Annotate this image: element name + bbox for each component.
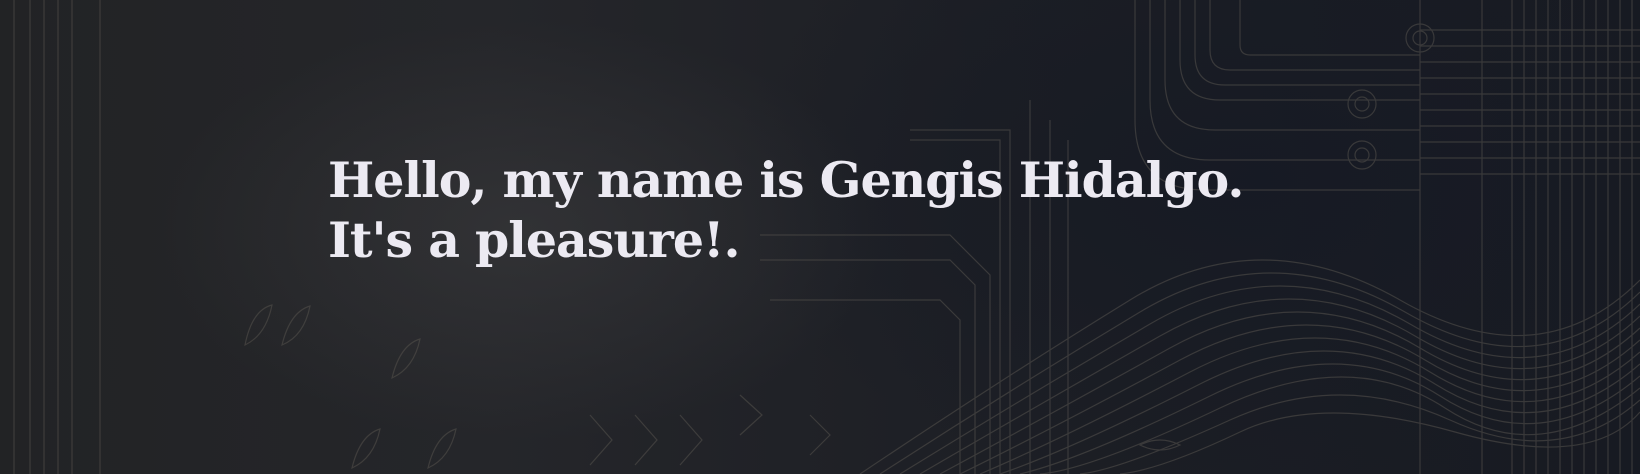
hero-pleasure-line: It's a pleasure!. (328, 211, 741, 269)
hero-banner: Hello, my name is Gengis Hidalgo. It's a… (0, 0, 1640, 474)
hero-headline: Hello, my name is Gengis Hidalgo. It's a… (328, 150, 1244, 270)
hero-greeting-line: Hello, my name is Gengis Hidalgo. (328, 151, 1244, 209)
